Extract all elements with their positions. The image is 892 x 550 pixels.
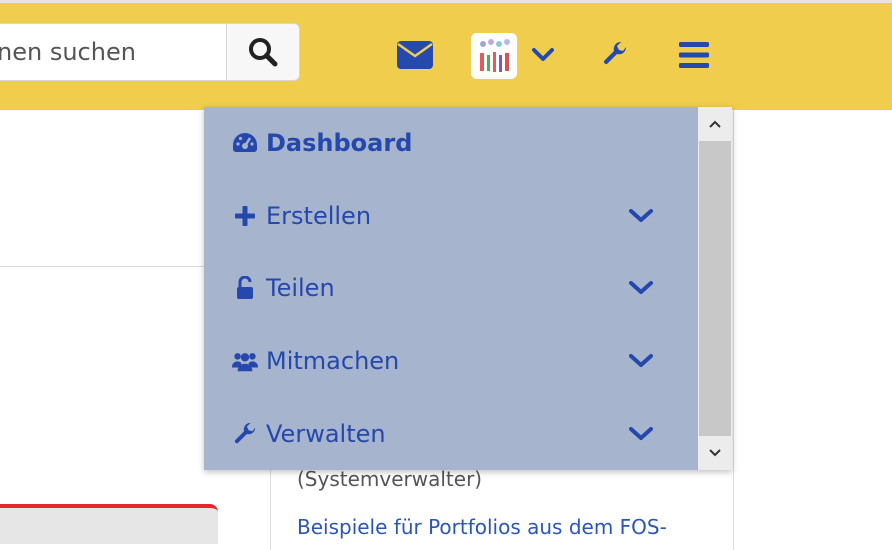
chevron-down-icon <box>709 449 721 457</box>
portfolio-examples-link[interactable]: Beispiele für Portfolios aus dem FOS- <box>297 515 667 539</box>
scrollbar-thumb[interactable] <box>699 141 731 436</box>
menu-item-label: Erstellen <box>266 202 372 230</box>
chevron-down-icon[interactable] <box>626 404 656 464</box>
search-button[interactable] <box>226 23 300 81</box>
menu-item-erstellen[interactable]: Erstellen <box>204 186 698 246</box>
menu-item-label: Verwalten <box>266 420 386 448</box>
avatar-image <box>471 33 517 79</box>
chevron-down-icon[interactable] <box>626 331 656 391</box>
menu-item-verwalten[interactable]: Verwalten <box>204 404 698 464</box>
main-menu-dropdown: Dashboard Erstellen Teilen Mitmachen Ver… <box>204 107 732 470</box>
wrench-icon <box>232 404 258 464</box>
menu-item-label: Mitmachen <box>266 347 400 375</box>
users-icon <box>232 331 258 391</box>
menu-item-dashboard[interactable]: Dashboard <box>204 113 698 173</box>
menu-item-teilen[interactable]: Teilen <box>204 258 698 318</box>
chevron-down-icon <box>532 48 554 61</box>
chevron-up-icon <box>709 120 721 128</box>
menu-item-label: Dashboard <box>266 129 413 157</box>
plus-icon <box>232 186 258 246</box>
site-header <box>0 3 892 110</box>
wrench-icon <box>603 41 627 65</box>
admin-button[interactable] <box>601 40 629 68</box>
unlock-icon <box>232 258 258 318</box>
search-input[interactable] <box>0 23 226 81</box>
menu-item-label: Teilen <box>266 274 335 302</box>
scroll-down-button[interactable] <box>698 436 732 470</box>
dashboard-icon <box>232 113 258 173</box>
main-menu-button[interactable] <box>678 40 710 70</box>
messages-button[interactable] <box>397 39 433 71</box>
search-icon <box>249 38 278 67</box>
menu-scrollbar[interactable] <box>698 107 732 470</box>
user-role-text: (Systemverwalter) <box>297 467 483 491</box>
user-menu-toggle[interactable] <box>531 43 555 67</box>
content-box <box>0 504 218 544</box>
chevron-down-icon[interactable] <box>626 186 656 246</box>
chevron-down-icon[interactable] <box>626 258 656 318</box>
menu-item-mitmachen[interactable]: Mitmachen <box>204 331 698 391</box>
bars-icon <box>679 42 709 68</box>
scroll-up-button[interactable] <box>698 107 732 141</box>
envelope-icon <box>397 41 433 69</box>
avatar[interactable] <box>471 33 517 79</box>
